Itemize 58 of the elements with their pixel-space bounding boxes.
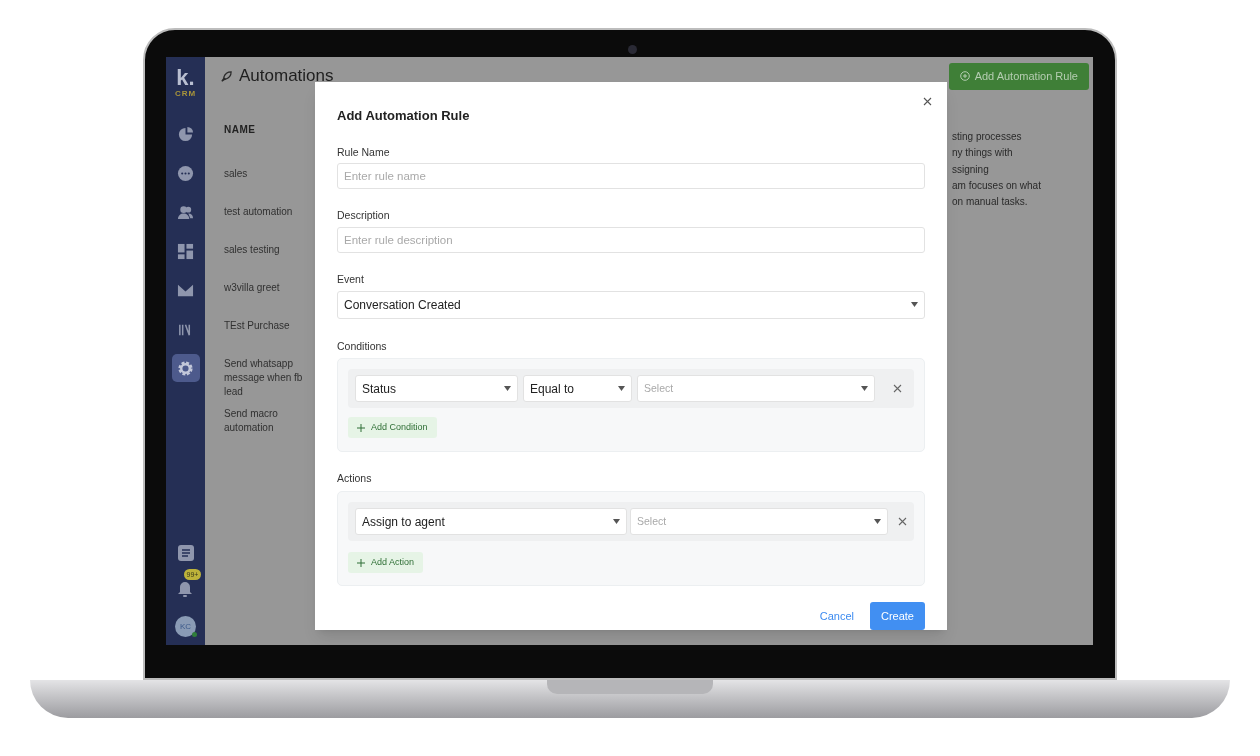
remove-icon[interactable] [893,384,902,394]
description-text: on manual tasks. [952,195,1029,210]
pie-chart-icon [177,125,194,143]
table-cell[interactable]: Send macro automation [224,407,312,437]
plus-icon [357,558,365,567]
add-row-button[interactable]: Add Action [348,552,424,573]
caret-icon [504,386,511,392]
avatar[interactable]: KC [175,616,196,637]
caret-icon [911,302,918,307]
dropdown-field[interactable]: Select [637,375,875,403]
remove-icon[interactable] [898,517,907,526]
camera-icon [628,45,637,54]
table-cell[interactable]: Send whatsapp message when fb lead [224,357,312,399]
plus-icon [357,423,365,432]
description-text: ny things with [952,146,1014,161]
table-cell[interactable]: TEst Purchase [224,319,312,349]
close-icon[interactable] [923,97,932,106]
chat-bubble-icon [177,164,194,182]
column-header: NAME [224,123,257,137]
sidebar-nav-item[interactable] [171,354,200,382]
field-label: Event [337,271,365,287]
field-label: Conditions [337,338,388,354]
dropdown-field[interactable]: Conversation Created [337,290,925,319]
caret-icon [613,519,620,524]
rocket-icon [220,69,233,83]
text-input-field[interactable]: Enter rule description [337,226,925,253]
table-cell[interactable]: sales testing [224,243,312,273]
description-text: ssigning [952,162,990,177]
add-automation-rule-button[interactable]: Add Automation Rule [948,62,1089,90]
caret-icon [874,519,881,524]
plus-circle-icon [959,71,970,81]
description-text: am focuses on what [952,178,1042,193]
dashboard-icon [177,242,194,260]
field-label: Actions [337,471,373,487]
dropdown-field[interactable]: Status [355,375,518,403]
add-row-button[interactable]: Add Condition [348,417,437,439]
caret-icon [861,386,868,392]
logo-mark: k. [176,67,195,89]
logo-subtitle: CRM [174,89,197,98]
description-text: sting processes [952,130,1023,144]
field-label: Rule Name [337,144,391,160]
table-cell[interactable]: w3villa greet [224,281,312,311]
notes-icon[interactable] [176,544,195,562]
text-input-field[interactable]: Enter rule name [337,163,925,190]
cancel-button[interactable]: Cancel [819,607,854,625]
bell-icon[interactable] [176,581,193,598]
page-title: Automations [239,65,334,88]
dropdown-field[interactable]: Equal to [523,375,632,403]
contacts-icon [177,203,194,221]
dropdown-field[interactable]: Assign to agent [355,508,627,535]
table-cell[interactable]: sales [224,167,312,197]
field-label: Description [337,208,391,224]
settings-icon [177,359,194,377]
dropdown-field[interactable]: Select [630,508,888,535]
table-cell[interactable]: test automation [224,205,312,235]
modal-title: Add Automation Rule [337,107,471,125]
caret-icon [618,386,625,392]
create-button[interactable]: Create [869,602,925,630]
